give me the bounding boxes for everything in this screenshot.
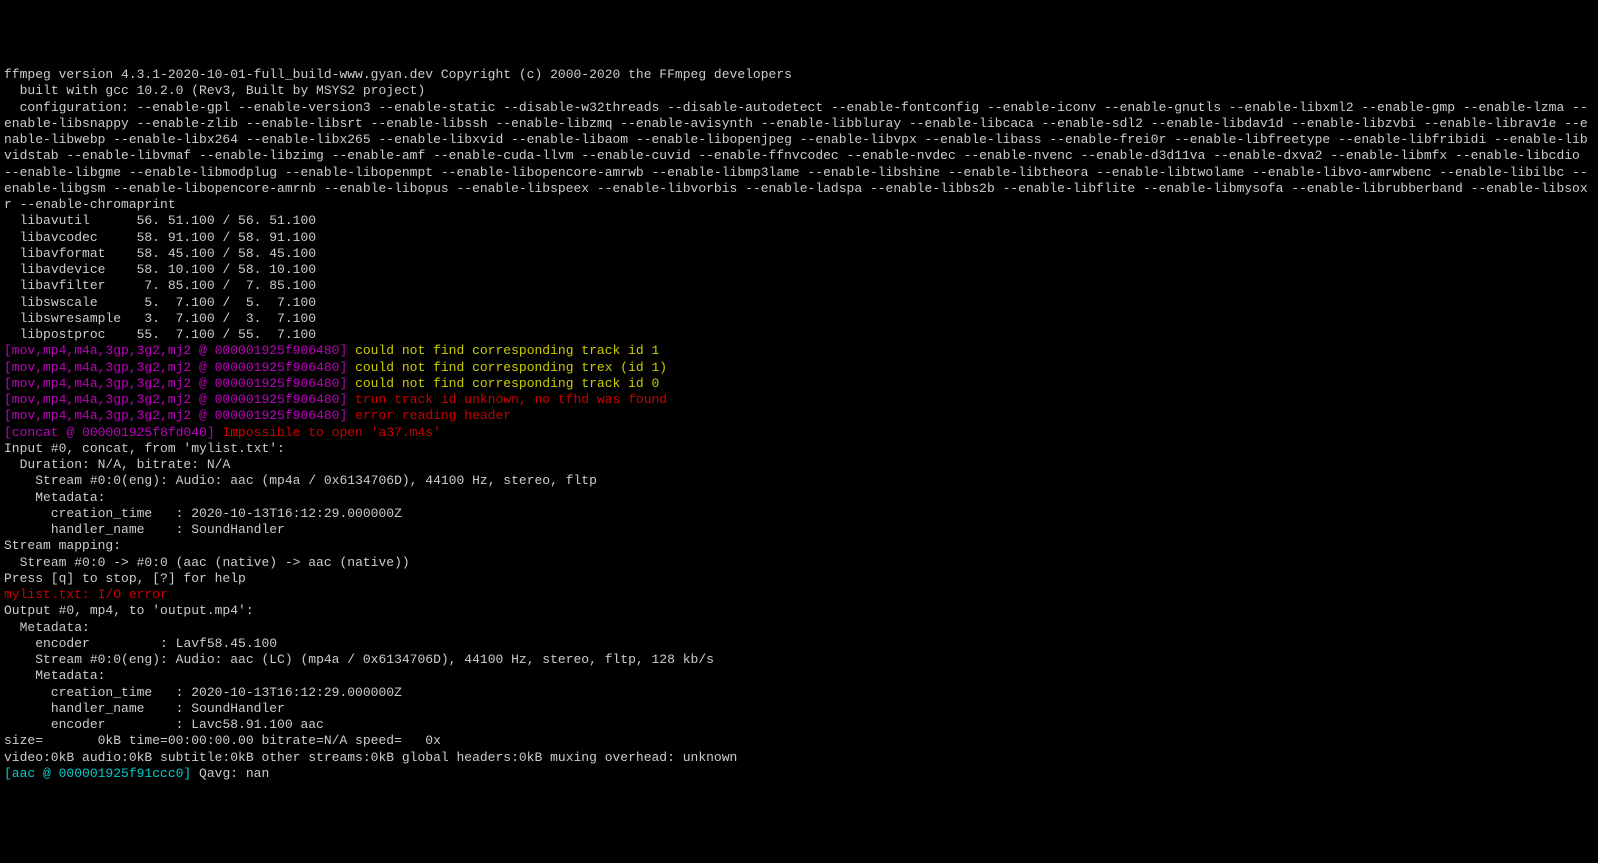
terminal-text: Stream #0:0(eng): Audio: aac (LC) (mp4a … — [4, 652, 714, 667]
terminal-line: encoder : Lavf58.45.100 — [4, 636, 1594, 652]
terminal-text: error reading header — [355, 408, 511, 423]
terminal-line: Duration: N/A, bitrate: N/A — [4, 457, 1594, 473]
terminal-text: handler_name : SoundHandler — [4, 701, 285, 716]
terminal-text: libswresample 3. 7.100 / 3. 7.100 — [4, 311, 316, 326]
terminal-text: configuration: --enable-gpl --enable-ver… — [4, 100, 1588, 213]
terminal-text: Metadata: — [4, 490, 105, 505]
terminal-text: libpostproc 55. 7.100 / 55. 7.100 — [4, 327, 316, 342]
terminal-line: handler_name : SoundHandler — [4, 701, 1594, 717]
terminal-line: [mov,mp4,m4a,3gp,3g2,mj2 @ 000001925f906… — [4, 360, 1594, 376]
terminal-line: Output #0, mp4, to 'output.mp4': — [4, 603, 1594, 619]
terminal-text: Metadata: — [4, 620, 90, 635]
terminal-line: libavdevice 58. 10.100 / 58. 10.100 — [4, 262, 1594, 278]
terminal-line: Stream #0:0 -> #0:0 (aac (native) -> aac… — [4, 555, 1594, 571]
terminal-line: Input #0, concat, from 'mylist.txt': — [4, 441, 1594, 457]
terminal-text: [mov,mp4,m4a,3gp,3g2,mj2 @ 000001925f906… — [4, 343, 355, 358]
terminal-line: Press [q] to stop, [?] for help — [4, 571, 1594, 587]
terminal-line: Metadata: — [4, 490, 1594, 506]
terminal-line: built with gcc 10.2.0 (Rev3, Built by MS… — [4, 83, 1594, 99]
terminal-line: [aac @ 000001925f91ccc0] Qavg: nan — [4, 766, 1594, 782]
terminal-line: libswresample 3. 7.100 / 3. 7.100 — [4, 311, 1594, 327]
terminal-text: Impossible to open 'a37.m4s' — [222, 425, 440, 440]
terminal-line: creation_time : 2020-10-13T16:12:29.0000… — [4, 506, 1594, 522]
terminal-line: Stream #0:0(eng): Audio: aac (LC) (mp4a … — [4, 652, 1594, 668]
terminal-text: libavutil 56. 51.100 / 56. 51.100 — [4, 213, 316, 228]
terminal-text: libavformat 58. 45.100 / 58. 45.100 — [4, 246, 316, 261]
terminal-text: libavdevice 58. 10.100 / 58. 10.100 — [4, 262, 316, 277]
terminal-text: Metadata: — [4, 668, 105, 683]
terminal-text: trun track id unknown, no tfhd was found — [355, 392, 667, 407]
terminal-text: creation_time : 2020-10-13T16:12:29.0000… — [4, 685, 402, 700]
terminal-line: size= 0kB time=00:00:00.00 bitrate=N/A s… — [4, 733, 1594, 749]
terminal-line: [mov,mp4,m4a,3gp,3g2,mj2 @ 000001925f906… — [4, 408, 1594, 424]
terminal-text: mylist.txt: I/O error — [4, 587, 168, 602]
terminal-line: libavfilter 7. 85.100 / 7. 85.100 — [4, 278, 1594, 294]
terminal-line: libavutil 56. 51.100 / 56. 51.100 — [4, 213, 1594, 229]
terminal-text: Stream #0:0 -> #0:0 (aac (native) -> aac… — [4, 555, 410, 570]
terminal-line: [mov,mp4,m4a,3gp,3g2,mj2 @ 000001925f906… — [4, 376, 1594, 392]
terminal-line: Stream mapping: — [4, 538, 1594, 554]
terminal-line: libswscale 5. 7.100 / 5. 7.100 — [4, 295, 1594, 311]
terminal-text: video:0kB audio:0kB subtitle:0kB other s… — [4, 750, 737, 765]
terminal-line: [mov,mp4,m4a,3gp,3g2,mj2 @ 000001925f906… — [4, 392, 1594, 408]
terminal-text: could not find corresponding trex (id 1) — [355, 360, 667, 375]
terminal-line: mylist.txt: I/O error — [4, 587, 1594, 603]
terminal-text: [mov,mp4,m4a,3gp,3g2,mj2 @ 000001925f906… — [4, 360, 355, 375]
terminal-text: Input #0, concat, from 'mylist.txt': — [4, 441, 285, 456]
terminal-text: libavcodec 58. 91.100 / 58. 91.100 — [4, 230, 316, 245]
terminal-text: [mov,mp4,m4a,3gp,3g2,mj2 @ 000001925f906… — [4, 408, 355, 423]
terminal-line: Metadata: — [4, 668, 1594, 684]
terminal-text: [mov,mp4,m4a,3gp,3g2,mj2 @ 000001925f906… — [4, 392, 355, 407]
terminal-text: libavfilter 7. 85.100 / 7. 85.100 — [4, 278, 316, 293]
terminal-line: ffmpeg version 4.3.1-2020-10-01-full_bui… — [4, 67, 1594, 83]
terminal-text: Qavg: nan — [199, 766, 269, 781]
terminal-output: ffmpeg version 4.3.1-2020-10-01-full_bui… — [4, 67, 1594, 782]
terminal-text: libswscale 5. 7.100 / 5. 7.100 — [4, 295, 316, 310]
terminal-line: handler_name : SoundHandler — [4, 522, 1594, 538]
terminal-text: Press [q] to stop, [?] for help — [4, 571, 246, 586]
terminal-line: Metadata: — [4, 620, 1594, 636]
terminal-text: [concat @ 000001925f8fd040] — [4, 425, 222, 440]
terminal-line: libpostproc 55. 7.100 / 55. 7.100 — [4, 327, 1594, 343]
terminal-line: [concat @ 000001925f8fd040] Impossible t… — [4, 425, 1594, 441]
terminal-text: Output #0, mp4, to 'output.mp4': — [4, 603, 254, 618]
terminal-text: Stream #0:0(eng): Audio: aac (mp4a / 0x6… — [4, 473, 597, 488]
terminal-text: encoder : Lavf58.45.100 — [4, 636, 277, 651]
terminal-line: encoder : Lavc58.91.100 aac — [4, 717, 1594, 733]
terminal-text: [aac @ 000001925f91ccc0] — [4, 766, 199, 781]
terminal-line: video:0kB audio:0kB subtitle:0kB other s… — [4, 750, 1594, 766]
terminal-text: could not find corresponding track id 0 — [355, 376, 659, 391]
terminal-line: libavformat 58. 45.100 / 58. 45.100 — [4, 246, 1594, 262]
terminal-text: encoder : Lavc58.91.100 aac — [4, 717, 324, 732]
terminal-text: Duration: N/A, bitrate: N/A — [4, 457, 230, 472]
terminal-line: Stream #0:0(eng): Audio: aac (mp4a / 0x6… — [4, 473, 1594, 489]
terminal-text: [mov,mp4,m4a,3gp,3g2,mj2 @ 000001925f906… — [4, 376, 355, 391]
terminal-text: handler_name : SoundHandler — [4, 522, 285, 537]
terminal-text: ffmpeg version 4.3.1-2020-10-01-full_bui… — [4, 67, 792, 82]
terminal-text: creation_time : 2020-10-13T16:12:29.0000… — [4, 506, 402, 521]
terminal-line: creation_time : 2020-10-13T16:12:29.0000… — [4, 685, 1594, 701]
terminal-text: Stream mapping: — [4, 538, 121, 553]
terminal-text: could not find corresponding track id 1 — [355, 343, 659, 358]
terminal-line: [mov,mp4,m4a,3gp,3g2,mj2 @ 000001925f906… — [4, 343, 1594, 359]
terminal-text: built with gcc 10.2.0 (Rev3, Built by MS… — [4, 83, 425, 98]
terminal-line: configuration: --enable-gpl --enable-ver… — [4, 100, 1594, 214]
terminal-line: libavcodec 58. 91.100 / 58. 91.100 — [4, 230, 1594, 246]
terminal-text: size= 0kB time=00:00:00.00 bitrate=N/A s… — [4, 733, 441, 748]
